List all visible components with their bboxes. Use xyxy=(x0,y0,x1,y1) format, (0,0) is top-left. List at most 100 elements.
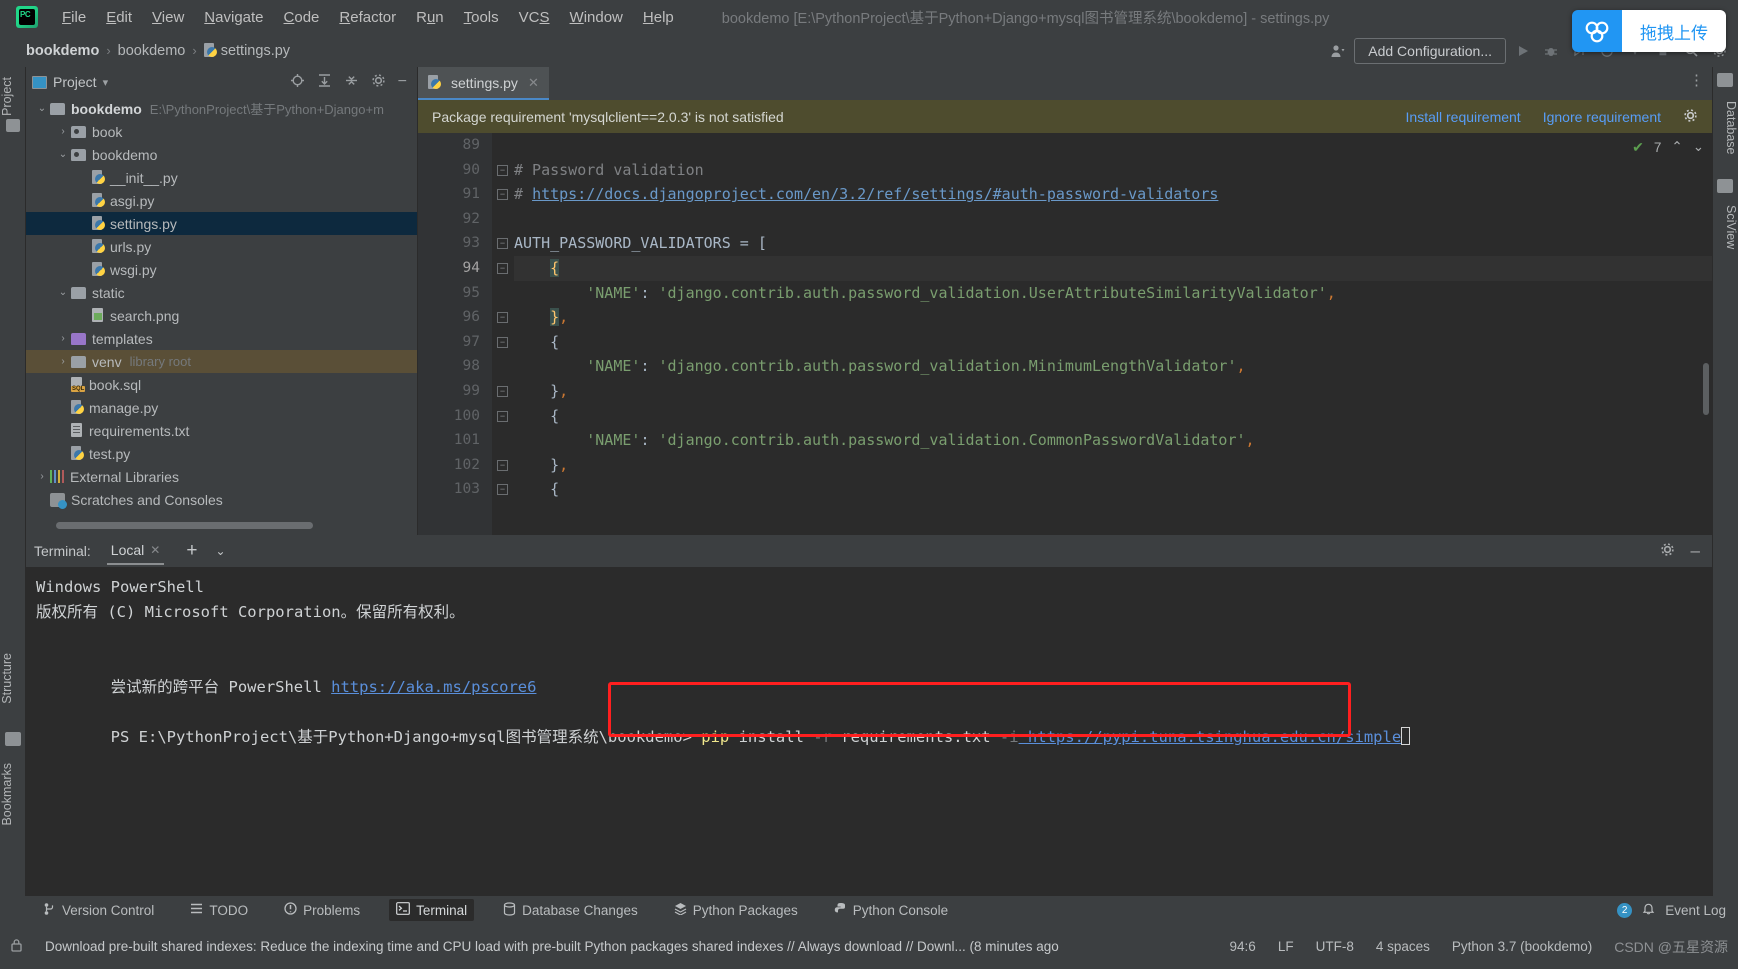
gear-icon[interactable] xyxy=(371,73,386,91)
user-icon[interactable] xyxy=(1326,40,1348,62)
menu-window[interactable]: Window xyxy=(560,7,633,28)
tool-window-problems[interactable]: Problems xyxy=(277,899,367,921)
tree-node-bookdemo[interactable]: ⌄ bookdemo E:\PythonProject\基于Python+Djang… xyxy=(26,97,417,120)
code-content[interactable]: # Password validation # https://docs.djan… xyxy=(514,133,1712,535)
tree-node-test-py[interactable]: test.py xyxy=(26,442,417,465)
terminal-index-url[interactable]: https://pypi.tuna.tsinghua.edu.cn/simple xyxy=(1019,728,1401,746)
pscore-link[interactable]: https://aka.ms/pscore6 xyxy=(331,678,536,696)
code-editor[interactable]: ✔ 7 ⌃ ⌄ 89 90 91 92 93 94 95 96 97 98 99 100 101 102 1… xyxy=(418,133,1712,535)
tree-node-search-png[interactable]: search.png xyxy=(26,304,417,327)
add-configuration-button[interactable]: Add Configuration... xyxy=(1354,37,1506,64)
tool-window-terminal[interactable]: Terminal xyxy=(389,899,475,921)
terminal-prompt-line[interactable]: PS E:\PythonProject\基于Python+Django+mysq… xyxy=(36,700,1702,746)
editor-tab-settings-py[interactable]: settings.py ✕ xyxy=(418,67,549,100)
chevron-right-icon[interactable]: › xyxy=(55,126,71,137)
tree-node-scratches-and-consoles[interactable]: Scratches and Consoles xyxy=(26,488,417,511)
ignore-requirement-link[interactable]: Ignore requirement xyxy=(1543,109,1661,125)
code-folding-column[interactable]: − − − − − − − − − − xyxy=(492,133,514,535)
tree-node-asgi-py[interactable]: asgi.py xyxy=(26,189,417,212)
python-interpreter[interactable]: Python 3.7 (bookdemo) xyxy=(1452,939,1592,954)
debug-icon[interactable] xyxy=(1540,40,1562,62)
sidebar-tab-database[interactable]: Database xyxy=(1712,95,1738,161)
tree-node-requirements-txt[interactable]: requirements.txt xyxy=(26,419,417,442)
event-log-widget[interactable]: 2 Event Log xyxy=(1617,902,1738,918)
chevron-down-icon[interactable]: ▾ xyxy=(103,76,109,89)
breadcrumb-item-0[interactable]: bookdemo xyxy=(26,43,99,59)
chevron-down-icon[interactable]: ⌄ xyxy=(55,149,71,160)
menu-code[interactable]: Code xyxy=(274,7,330,28)
hide-panel-icon[interactable]: − xyxy=(398,74,407,90)
tree-node-urls-py[interactable]: urls.py xyxy=(26,235,417,258)
fold-toggle-icon[interactable]: − xyxy=(497,484,508,496)
close-icon[interactable]: ✕ xyxy=(528,75,539,91)
fold-toggle-icon[interactable]: − xyxy=(497,238,508,250)
menu-edit[interactable]: Edit xyxy=(96,7,142,28)
tree-node-static[interactable]: ⌄ static xyxy=(26,281,417,304)
install-requirement-link[interactable]: Install requirement xyxy=(1406,109,1521,125)
fold-toggle-icon[interactable]: − xyxy=(497,189,508,201)
tree-node-settings-py[interactable]: settings.py xyxy=(26,212,417,235)
tree-node-book[interactable]: › book xyxy=(26,120,417,143)
sidebar-tab-sciview[interactable]: SciView xyxy=(1712,199,1738,255)
breadcrumb-item-2[interactable]: settings.py xyxy=(221,43,290,59)
breadcrumb-item-1[interactable]: bookdemo xyxy=(118,43,186,59)
tree-node-manage-py[interactable]: manage.py xyxy=(26,396,417,419)
tree-node-book-sql[interactable]: book.sql xyxy=(26,373,417,396)
tool-window-database-changes[interactable]: Database Changes xyxy=(496,899,645,922)
fold-toggle-icon[interactable]: − xyxy=(497,164,508,176)
fold-toggle-icon[interactable]: − xyxy=(497,336,508,348)
chevron-down-icon[interactable]: ⌄ xyxy=(55,287,71,298)
expand-all-icon[interactable] xyxy=(317,73,332,91)
chevron-right-icon[interactable]: › xyxy=(55,356,71,367)
chevron-right-icon[interactable]: › xyxy=(34,471,50,482)
sidebar-tab-bookmarks[interactable]: Bookmarks xyxy=(0,757,26,832)
drag-upload-popup[interactable]: 拖拽上传 xyxy=(1572,10,1726,52)
chevron-down-icon[interactable]: ⌄ xyxy=(34,103,50,114)
menu-refactor[interactable]: Refactor xyxy=(329,7,406,28)
file-encoding[interactable]: UTF-8 xyxy=(1316,939,1354,954)
fold-toggle-icon[interactable]: − xyxy=(497,386,508,397)
fold-toggle-icon[interactable]: − xyxy=(497,459,508,471)
tool-window-version-control[interactable]: Version Control xyxy=(36,899,161,922)
tool-window-python-packages[interactable]: Python Packages xyxy=(667,899,805,921)
sidebar-tab-structure[interactable]: Structure xyxy=(0,647,26,710)
status-message[interactable]: Download pre-built shared indexes: Reduc… xyxy=(45,939,1059,954)
fold-toggle-icon[interactable]: − xyxy=(497,312,508,324)
collapse-all-icon[interactable] xyxy=(344,73,359,91)
chevron-down-icon[interactable]: ⌄ xyxy=(215,544,225,558)
hide-panel-icon[interactable]: – xyxy=(1691,542,1700,559)
favorites-icon[interactable] xyxy=(6,119,20,132)
tree-node-templates[interactable]: › templates xyxy=(26,327,417,350)
tree-node-bookdemo[interactable]: ⌄ bookdemo xyxy=(26,143,417,166)
close-icon[interactable]: ✕ xyxy=(150,543,160,557)
chevron-right-icon[interactable]: › xyxy=(55,333,71,344)
tool-window-todo[interactable]: TODO xyxy=(183,899,255,921)
sidebar-tab-project[interactable]: Project xyxy=(0,71,26,122)
editor-vertical-scrollbar[interactable] xyxy=(1703,363,1709,415)
project-horizontal-scrollbar[interactable] xyxy=(56,522,313,529)
fold-toggle-icon[interactable]: − xyxy=(497,410,508,422)
terminal-tab-local[interactable]: Local ✕ xyxy=(106,538,165,565)
gear-icon[interactable] xyxy=(1660,542,1675,560)
tree-node-wsgi-py[interactable]: wsgi.py xyxy=(26,258,417,281)
sciview-icon[interactable] xyxy=(1717,179,1733,193)
menu-view[interactable]: View xyxy=(142,7,194,28)
tool-window-python-console[interactable]: Python Console xyxy=(827,899,955,921)
terminal-output[interactable]: Windows PowerShell 版权所有 (C) Microsoft Co… xyxy=(26,567,1712,899)
grid-icon[interactable] xyxy=(5,732,21,746)
editor-options-icon[interactable]: ⋮ xyxy=(1689,73,1704,88)
tree-node-external-libraries[interactable]: › External Libraries xyxy=(26,465,417,488)
menu-tools[interactable]: Tools xyxy=(454,7,509,28)
menu-vcs[interactable]: VCS xyxy=(509,7,560,28)
gear-icon[interactable] xyxy=(1683,108,1698,126)
menu-file[interactable]: File xyxy=(52,7,96,28)
menu-run[interactable]: Run xyxy=(406,7,454,28)
menu-help[interactable]: Help xyxy=(633,7,684,28)
fold-toggle-icon[interactable]: − xyxy=(497,263,508,274)
tree-node-venv[interactable]: › venv library root xyxy=(26,350,417,373)
new-terminal-icon[interactable]: + xyxy=(186,541,197,560)
tree-node--init-py[interactable]: __init__.py xyxy=(26,166,417,189)
menu-navigate[interactable]: Navigate xyxy=(194,7,273,28)
notifications-icon[interactable] xyxy=(1717,73,1733,87)
line-separator[interactable]: LF xyxy=(1278,939,1294,954)
